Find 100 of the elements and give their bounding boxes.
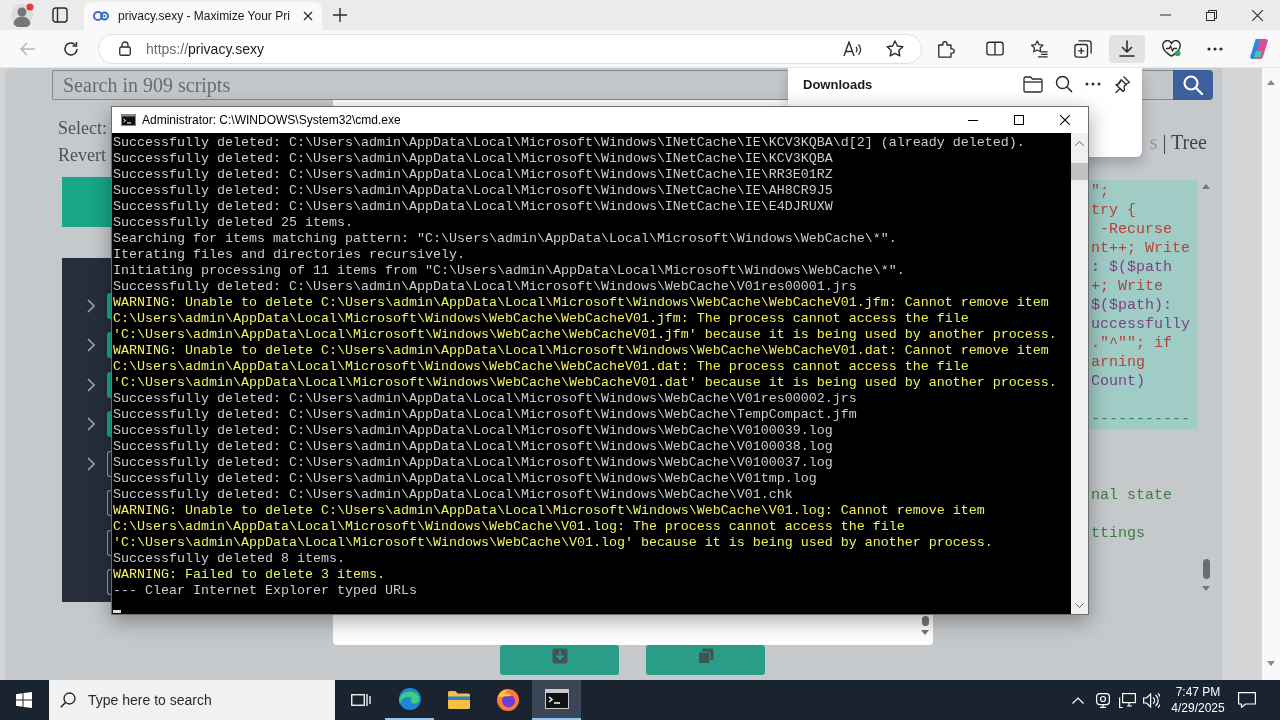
console-line: Successfully deleted: C:\Users\admin\AppData\Local\Microsoft\Windows\INetCache\IE\KCV3KQBA\d[2] (already deleted). xyxy=(113,135,1026,151)
ribbon-logo-icon[interactable] xyxy=(1248,37,1270,60)
downloads-button[interactable] xyxy=(1109,34,1145,63)
arrow-down-icon[interactable] xyxy=(1202,586,1210,591)
code-line: Count) xyxy=(1091,372,1146,391)
lock-icon[interactable] xyxy=(119,41,131,56)
chevron-right-icon[interactable] xyxy=(87,338,95,353)
chevron-down-icon[interactable] xyxy=(1075,603,1084,608)
toggle-switch[interactable] xyxy=(107,332,111,359)
text-line: ttings xyxy=(1090,524,1146,543)
chevron-right-icon[interactable] xyxy=(87,417,95,432)
scrollbar[interactable] xyxy=(1262,68,1280,680)
browser-tab[interactable]: privacy.sexy - Maximize Your Pri xyxy=(84,2,322,30)
heart-pulse-icon[interactable] xyxy=(1161,40,1181,57)
search-button[interactable] xyxy=(1173,70,1213,100)
more-icon[interactable] xyxy=(1085,82,1101,86)
tab-actions-icon[interactable] xyxy=(52,7,68,23)
task-view-icon[interactable] xyxy=(350,692,371,708)
console-line: --- Clear Internet Explorer typed URLs xyxy=(113,583,418,599)
refresh-icon[interactable] xyxy=(63,40,79,57)
fox-logo-icon[interactable] xyxy=(495,688,520,712)
windows-logo-icon[interactable] xyxy=(16,692,32,708)
arrow-down-icon[interactable] xyxy=(921,630,929,635)
code-line: uccessfully xyxy=(1091,315,1192,334)
panel-title: Downloads xyxy=(803,76,873,92)
site-logo-icon xyxy=(93,8,109,24)
console-line: Successfully deleted: C:\Users\admin\AppData\Local\Microsoft\Windows\WebCache\V0100037.log xyxy=(113,455,834,471)
chevron-right-icon[interactable] xyxy=(87,298,95,313)
revert-label: Revert xyxy=(57,144,107,166)
volume-icon[interactable] xyxy=(1143,692,1160,708)
split-screen-icon[interactable] xyxy=(986,41,1004,56)
scroll-thumb[interactable] xyxy=(1202,559,1210,579)
notification-icon[interactable] xyxy=(1238,692,1256,708)
clock-date[interactable]: 4/29/2025 xyxy=(1171,700,1225,716)
console-line: Successfully deleted: C:\Users\admin\AppData\Local\Microsoft\Windows\WebCache\V01res00001.jrs xyxy=(113,279,858,295)
folder-icon[interactable] xyxy=(1023,75,1043,93)
console-line: Searching for items matching pattern: "C:\Users\admin\AppData\Local\Microsoft\Windows\WebCache\*". xyxy=(113,231,898,247)
clock-time[interactable]: 7:47 PM xyxy=(1175,684,1221,700)
puzzle-icon[interactable] xyxy=(937,39,955,58)
more-icon[interactable] xyxy=(1207,46,1223,51)
browser-logo-icon xyxy=(397,687,422,711)
url-text: https://privacy.sexy xyxy=(146,40,264,57)
console-line: Successfully deleted 8 items. xyxy=(113,551,346,567)
minimize-icon[interactable] xyxy=(968,119,978,121)
folder-icon[interactable] xyxy=(446,690,471,710)
maximize-icon[interactable] xyxy=(1014,115,1024,125)
plus-icon[interactable] xyxy=(333,8,347,22)
copy-icon xyxy=(697,648,714,664)
console-line: 'C:\Users\admin\AppData\Local\Microsoft\Windows\WebCache\V01.log' because it is being used by another process. xyxy=(113,535,994,551)
star-list-icon[interactable] xyxy=(1030,39,1048,58)
search-icon[interactable] xyxy=(1055,75,1073,93)
console-line: 'C:\Users\admin\AppData\Local\Microsoft\Windows\WebCache\WebCacheV01.jfm' because it is being used by another process. xyxy=(113,327,1058,343)
console-line: Successfully deleted: C:\Users\admin\AppData\Local\Microsoft\Windows\WebCache\TempCompact.jfm xyxy=(113,407,858,423)
cursor-icon xyxy=(113,610,121,613)
read-aloud-icon[interactable] xyxy=(843,40,863,57)
window-title: Administrator: C:\WINDOWS\System32\cmd.exe xyxy=(142,113,401,127)
console-line: Successfully deleted: C:\Users\admin\AppData\Local\Microsoft\Windows\WebCache\V0100038.log xyxy=(113,439,834,455)
console-line: Successfully deleted: C:\Users\admin\AppData\Local\Microsoft\Windows\WebCache\V01tmp.log xyxy=(113,471,818,487)
scroll-thumb[interactable] xyxy=(921,616,929,626)
code-line: $($path): xyxy=(1091,296,1173,315)
search-box[interactable]: Type here to search xyxy=(49,680,335,720)
taskbar-button[interactable] xyxy=(532,680,581,720)
console-line: C:\Users\admin\AppData\Local\Microsoft\Windows\WebCache\WebCacheV01.jfm: The process cannot access the file xyxy=(113,311,970,327)
code-line: try { xyxy=(1091,201,1137,220)
close-icon[interactable] xyxy=(303,11,313,21)
search-icon xyxy=(60,692,76,708)
banner-block xyxy=(62,177,111,227)
avatar-icon[interactable] xyxy=(10,3,34,27)
terminal-icon xyxy=(121,114,136,126)
console-line: Successfully deleted: C:\Users\admin\AppData\Local\Microsoft\Windows\WebCache\V0100039.log xyxy=(113,423,834,439)
arrow-up-icon[interactable] xyxy=(1202,184,1210,189)
pin-icon[interactable] xyxy=(1113,75,1131,93)
address-bar[interactable]: https://privacy.sexy xyxy=(98,33,922,64)
network-icon[interactable] xyxy=(1118,692,1136,708)
scroll-thumb[interactable] xyxy=(1071,163,1088,180)
chevron-right-icon[interactable] xyxy=(87,456,95,471)
code-line: "; xyxy=(1091,182,1110,201)
toggle-switch[interactable] xyxy=(107,292,111,319)
code-line: arning xyxy=(1091,353,1146,372)
toggle-switch[interactable] xyxy=(107,371,111,398)
code-line: nt++; Write xyxy=(1091,239,1192,258)
search-field[interactable]: Type here to search xyxy=(88,692,318,708)
search-icon xyxy=(1183,75,1203,95)
arrow-up-icon[interactable] xyxy=(1267,80,1275,85)
text-line: nal state xyxy=(1090,486,1173,505)
camera-icon[interactable] xyxy=(1095,692,1110,708)
console-line: C:\Users\admin\AppData\Local\Microsoft\Windows\WebCache\V01.log: The process cannot access the file xyxy=(113,519,906,535)
scrollbar[interactable] xyxy=(1071,133,1088,614)
console-line: Successfully deleted: C:\Users\admin\AppData\Local\Microsoft\Windows\INetCache\IE\KCV3KQBA xyxy=(113,151,834,167)
collections-icon[interactable] xyxy=(1074,39,1092,58)
console-line: WARNING: Unable to delete C:\Users\admin\AppData\Local\Microsoft\Windows\WebCache\V01.log: Cannot remove item xyxy=(113,503,986,519)
close-icon[interactable] xyxy=(1060,115,1070,125)
console-line: Successfully deleted: C:\Users\admin\AppData\Local\Microsoft\Windows\INetCache\IE\AH8CR9J5 xyxy=(113,183,834,199)
star-icon[interactable] xyxy=(886,39,904,58)
view-option[interactable]: | Tree xyxy=(1162,131,1207,153)
close-icon[interactable] xyxy=(1251,9,1263,21)
toggle-switch[interactable] xyxy=(107,411,111,438)
arrow-down-icon[interactable] xyxy=(1267,661,1275,666)
chevron-right-icon[interactable] xyxy=(87,377,95,392)
restore-icon[interactable] xyxy=(1205,9,1217,21)
